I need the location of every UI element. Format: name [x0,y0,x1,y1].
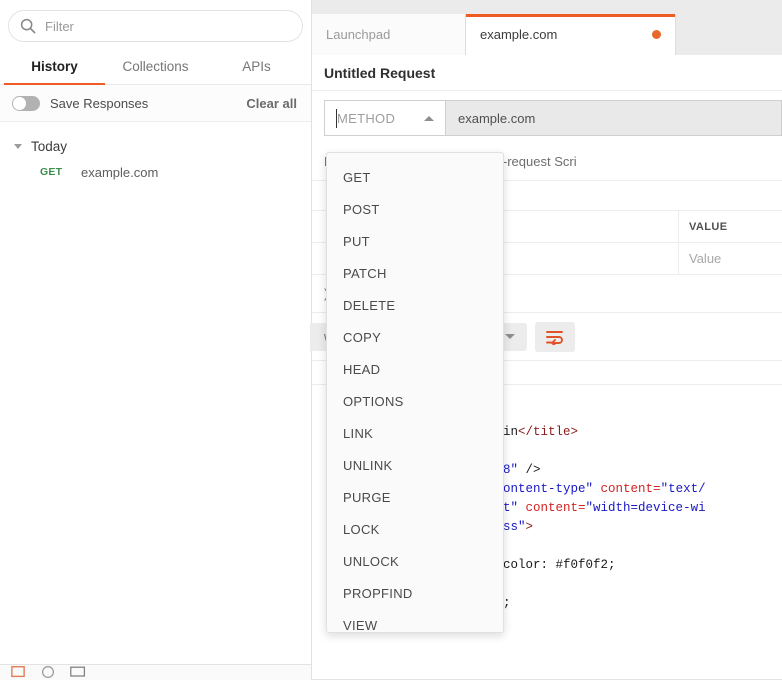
toggle-knob [13,96,26,110]
history-item-method: GET [40,166,63,178]
layout-icon[interactable] [70,665,86,679]
request-title-bar: Untitled Request [312,55,782,91]
method-option-unlock[interactable]: UNLOCK [327,545,503,577]
app-root: History Collections APIs Save Responses … [0,0,782,680]
search-input[interactable] [45,18,292,34]
cell-value[interactable]: Value [679,243,782,274]
method-option-delete[interactable]: DELETE [327,289,503,321]
method-option-copy[interactable]: COPY [327,321,503,353]
sidebar-tab-apis[interactable]: APIs [206,51,307,84]
sidebar-tab-history[interactable]: History [4,51,105,85]
sidebar-tab-collections[interactable]: Collections [105,51,206,84]
history-item[interactable]: GET example.com [0,157,311,187]
history-group-title: Today [31,138,68,154]
chevron-down-icon [14,143,22,149]
code-token: > [525,520,534,534]
method-option-head[interactable]: HEAD [327,353,503,385]
sidebar-tab-collections-label: Collections [122,59,189,74]
sidebar: History Collections APIs Save Responses … [0,0,312,680]
code-token: </title> [518,425,579,439]
method-select[interactable]: METHOD [324,100,446,136]
search-icon [20,18,36,34]
method-option-get[interactable]: GET [327,161,503,193]
method-option-propfind[interactable]: PROPFIND [327,577,503,609]
method-select-value: METHOD [337,110,396,126]
chevron-down-icon [504,334,515,339]
url-input-value: example.com [458,110,536,126]
workspace-tabstrip: Launchpad example.com [312,0,782,55]
code-token: /> [518,463,541,477]
workspace-tab-launchpad[interactable]: Launchpad [312,14,466,55]
method-option-put[interactable]: PUT [327,225,503,257]
word-wrap-icon [545,330,563,345]
help-icon[interactable] [40,665,56,679]
workspace-tab-example[interactable]: example.com [466,14,676,55]
method-option-post[interactable]: POST [327,193,503,225]
url-bar: METHOD example.com [312,91,782,143]
method-option-purge[interactable]: PURGE [327,481,503,513]
history-group-today: Today GET example.com [0,122,311,187]
word-wrap-button[interactable] [534,321,575,352]
save-responses-label: Save Responses [50,95,149,111]
clear-all-button[interactable]: Clear all [246,96,297,111]
page-title: Untitled Request [324,64,436,81]
workspace-tab-launchpad-label: Launchpad [326,27,391,42]
method-option-lock[interactable]: LOCK [327,513,503,545]
status-bar [0,664,311,680]
method-option-options[interactable]: OPTIONS [327,385,503,417]
text-cursor [336,109,337,128]
history-group-header[interactable]: Today [0,135,311,157]
sidebar-tab-apis-label: APIs [242,59,271,74]
sidebar-tabs: History Collections APIs [0,51,311,85]
filter-container [0,0,311,51]
code-token: content= [518,501,586,515]
sidebar-tab-history-label: History [31,59,78,74]
method-option-view[interactable]: VIEW [327,609,503,641]
save-responses-row: Save Responses Clear all [0,85,311,122]
history-item-name: example.com [81,164,159,180]
method-dropdown[interactable]: GET POST PUT PATCH DELETE COPY HEAD OPTIONS LINK… [326,152,504,633]
filter-box[interactable] [8,10,303,42]
column-value: VALUE [689,220,728,233]
code-token: "width=device-wi [585,501,706,515]
method-option-link[interactable]: LINK [327,417,503,449]
workspace-tab-example-label: example.com [480,27,558,42]
url-input[interactable]: example.com [446,100,782,136]
chevron-up-icon [424,115,434,121]
method-option-unlink[interactable]: UNLINK [327,449,503,481]
method-option-patch[interactable]: PATCH [327,257,503,289]
save-responses-toggle[interactable] [12,95,40,111]
code-token: "text/ [660,482,706,496]
code-token: content= [593,482,661,496]
console-icon[interactable] [10,665,26,679]
unsaved-dot-icon [652,30,661,39]
